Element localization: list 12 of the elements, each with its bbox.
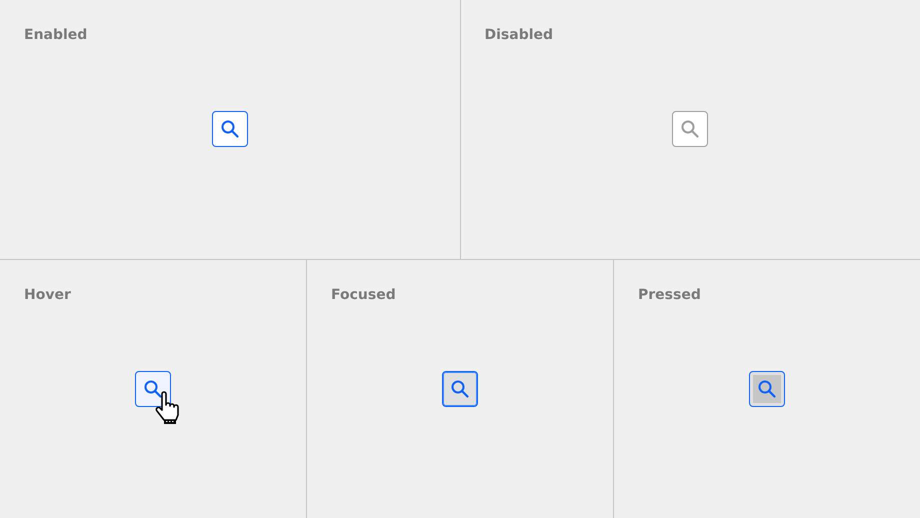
state-label: Hover [24, 286, 71, 304]
state-label: Focused [331, 286, 396, 304]
state-label: Enabled [24, 26, 88, 44]
state-label: Pressed [638, 286, 701, 304]
search-icon [757, 378, 777, 398]
search-icon [450, 378, 470, 398]
search-button[interactable] [135, 370, 171, 406]
search-icon [220, 119, 240, 139]
hand-cursor-icon [154, 390, 182, 424]
search-icon [143, 378, 163, 398]
state-label: Disabled [484, 26, 554, 44]
search-icon [680, 119, 700, 139]
